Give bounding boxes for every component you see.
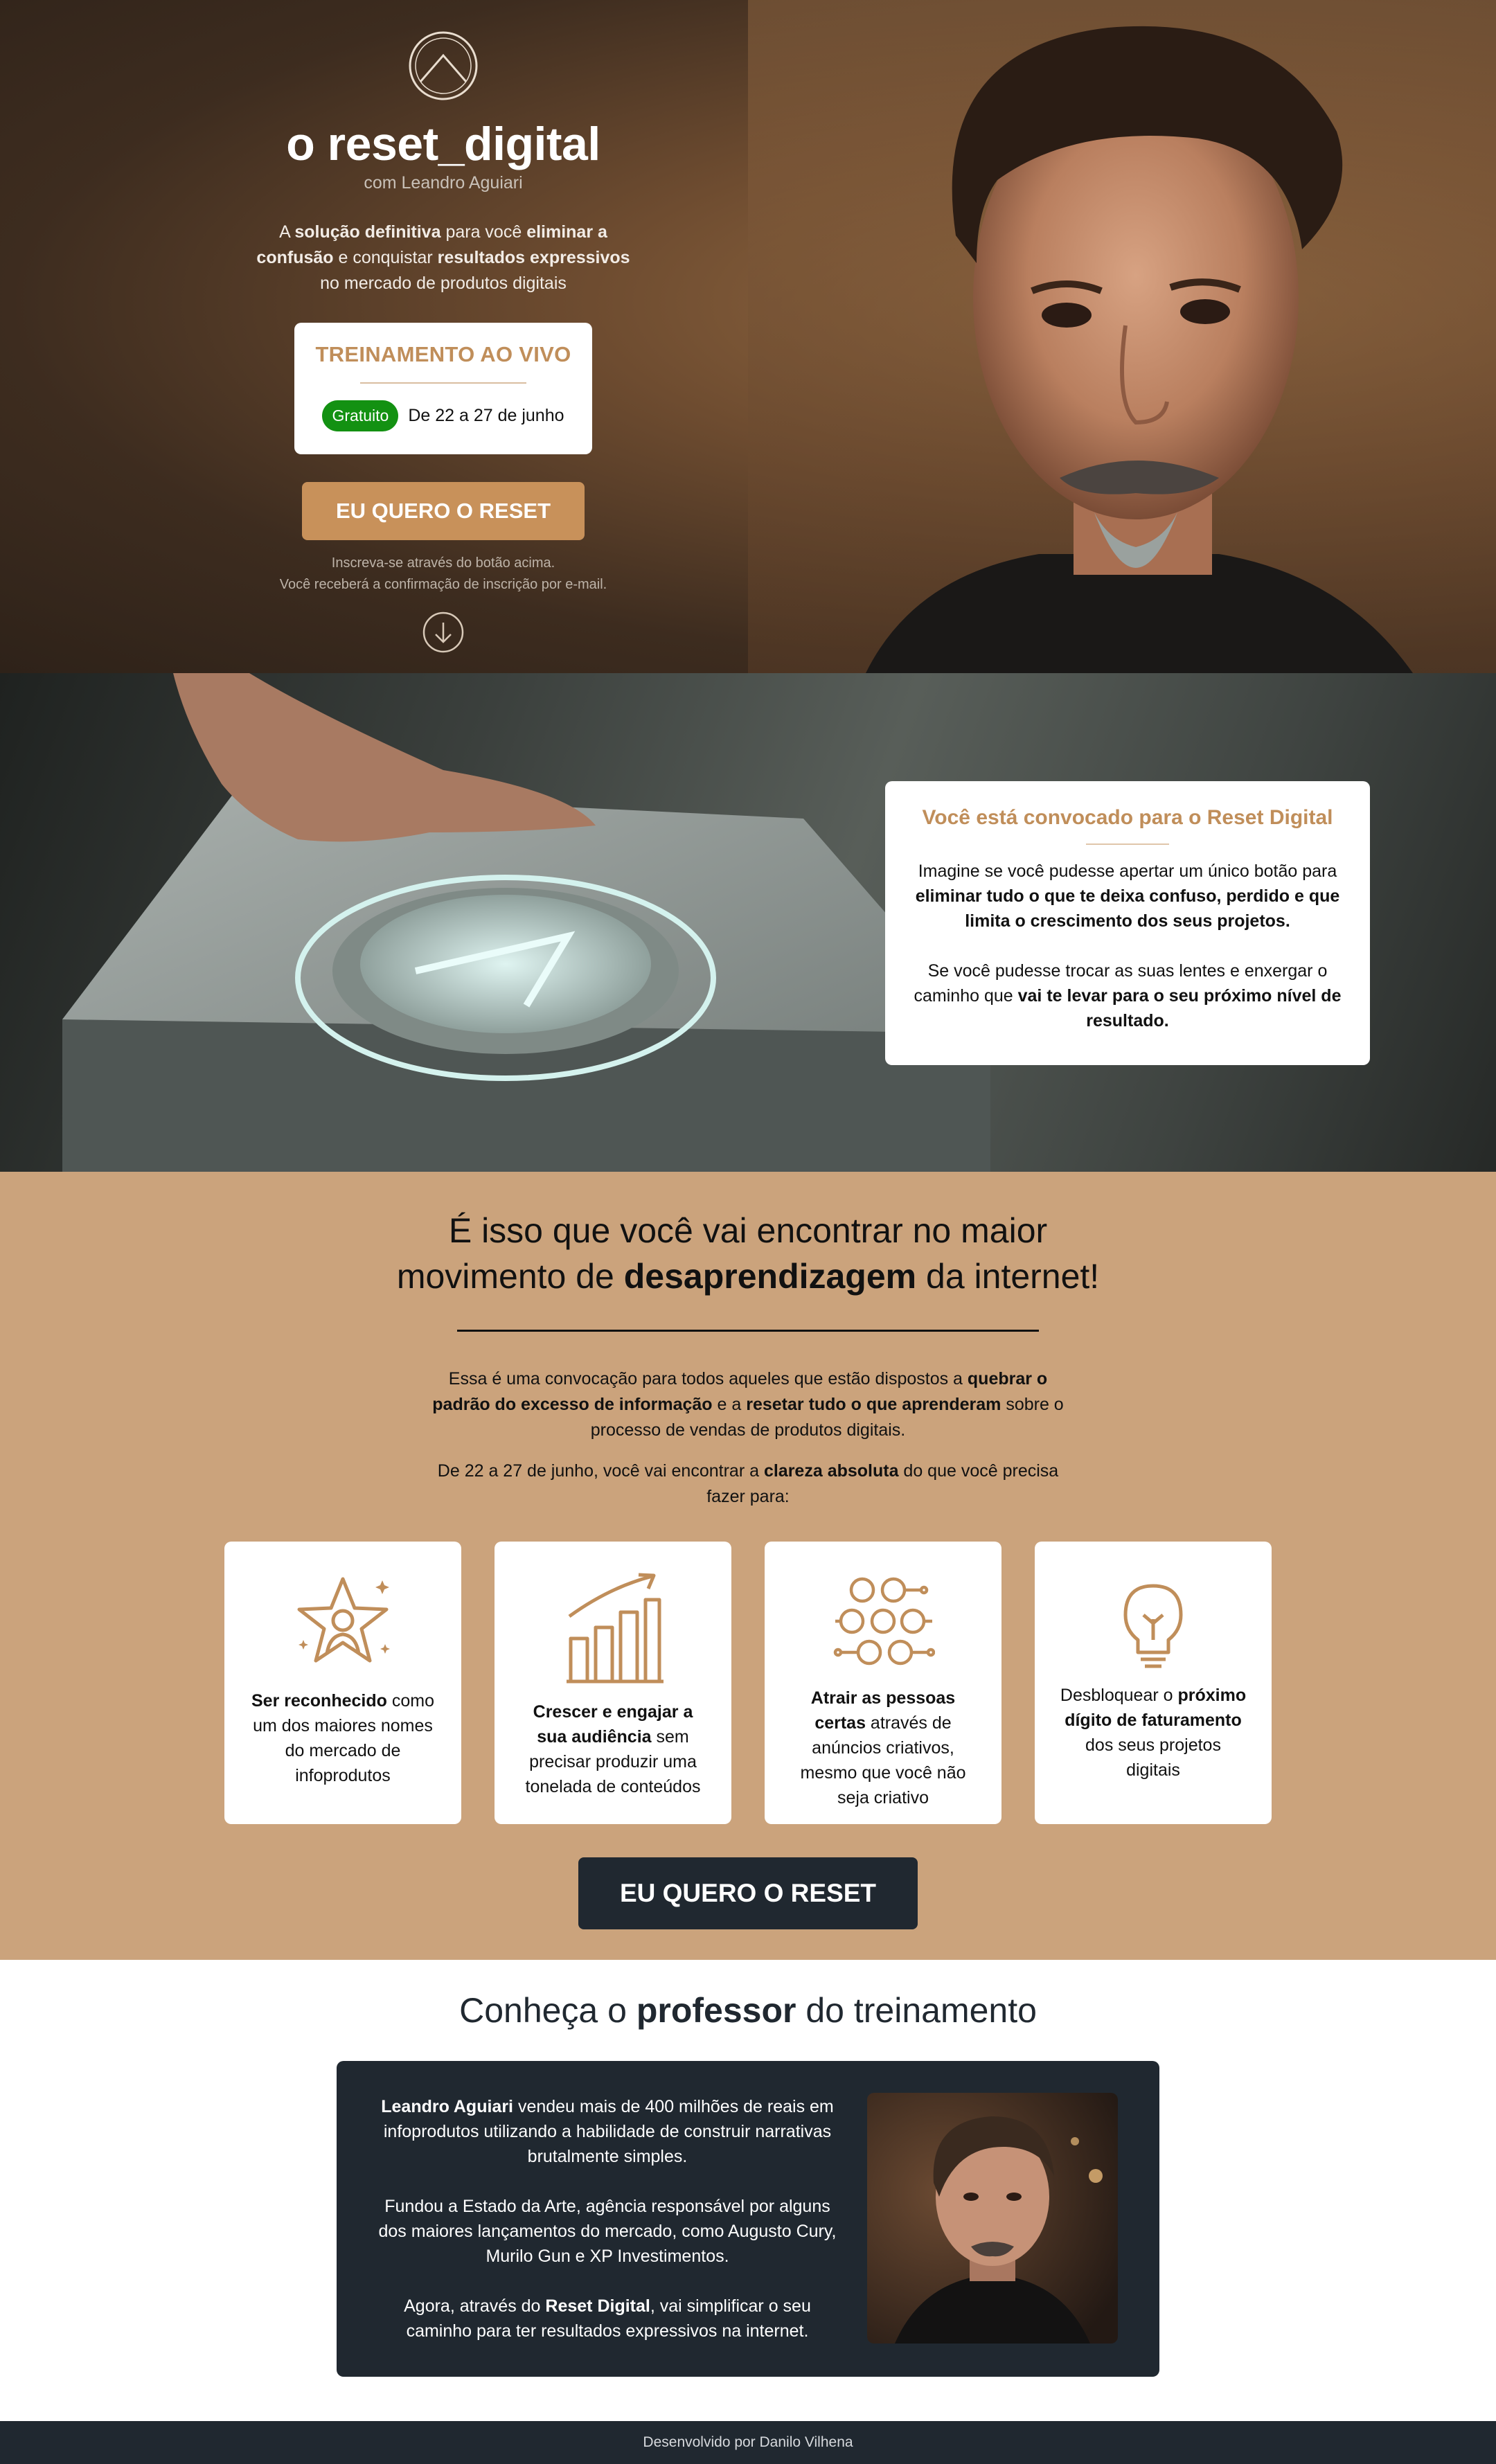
hero-section: o reset_digital com Leandro Aguiari A so… — [0, 0, 1496, 673]
training-dates: De 22 a 27 de junho — [408, 406, 564, 425]
footer-credit: Desenvolvido por Danilo Vilhena — [643, 2434, 853, 2450]
convocado-card: Você está convocado para o Reset Digital… — [885, 781, 1370, 1065]
live-training-card: TREINAMENTO AO VIVO Gratuito De 22 a 27 … — [294, 323, 592, 454]
professor-photo — [867, 2093, 1118, 2344]
professor-bio-paragraph-3: Agora, através do Reset Digital, vai sim… — [404, 2296, 811, 2341]
footer: Desenvolvido por Danilo Vilhena — [0, 2421, 1496, 2464]
reset-logo-icon — [405, 28, 481, 104]
desaprendizagem-section: É isso que você vai encontrar no maior m… — [0, 1172, 1496, 1960]
convocado-title: Você está convocado para o Reset Digital — [922, 806, 1333, 829]
professor-section: Conheça o professor do treinamento Leand… — [0, 1960, 1496, 2421]
professor-bio-paragraph-1: Leandro Aguiari vendeu mais de 400 milhõ… — [381, 2097, 834, 2166]
free-badge: Gratuito — [322, 400, 399, 431]
desaprendizagem-heading: É isso que você vai encontrar no maior m… — [396, 1211, 1100, 1296]
divider — [360, 382, 526, 384]
lightbulb-icon — [1123, 1584, 1183, 1668]
professor-bio: Leandro Aguiari vendeu mais de 400 milhõ… — [375, 2094, 839, 2368]
professor-bio-paragraph-2: Fundou a Estado da Arte, agência respons… — [378, 2197, 837, 2266]
live-training-title: TREINAMENTO AO VIVO — [315, 342, 571, 366]
network-people-icon — [833, 1577, 935, 1666]
live-training-info: Gratuito De 22 a 27 de junho — [294, 400, 592, 431]
hero-cta-button[interactable]: EU QUERO O RESET — [302, 482, 585, 540]
hero-description: A solução definitiva para você eliminar … — [256, 222, 630, 293]
hero-content: o reset_digital com Leandro Aguiari A so… — [194, 28, 693, 654]
scroll-down-icon[interactable] — [422, 611, 465, 654]
benefit-card-ads: Atrair as pessoas certas através de anún… — [765, 1542, 1001, 1824]
signup-note: Inscreva-se através do botão acima. Você… — [279, 555, 607, 592]
professor-card: Leandro Aguiari vendeu mais de 400 milhõ… — [337, 2061, 1159, 2377]
benefit-card-audience: Crescer e engajar a sua audiência sem pr… — [495, 1542, 731, 1824]
professor-heading: Conheça o professor do treinamento — [459, 1991, 1037, 2030]
benefit-cards: Ser reconhecido como um dos maiores nome… — [0, 1542, 1496, 1824]
benefit-text: Desbloquear o próximo dígito de faturame… — [1060, 1686, 1247, 1780]
desaprendizagem-paragraph-2: De 22 a 27 de junho, você vai encontrar … — [437, 1461, 1059, 1506]
convocado-section: Você está convocado para o Reset Digital… — [0, 673, 1496, 1172]
brand-title: o reset_digital — [286, 118, 600, 170]
divider — [1086, 843, 1169, 845]
benefit-text: Ser reconhecido como um dos maiores nome… — [251, 1691, 434, 1785]
hero-portrait-photo — [748, 0, 1496, 673]
benefit-card-revenue: Desbloquear o próximo dígito de faturame… — [1035, 1542, 1272, 1824]
benefit-text: Crescer e engajar a sua audiência sem pr… — [525, 1702, 701, 1796]
desaprendizagem-paragraph-1: Essa é uma convocação para todos aqueles… — [432, 1369, 1064, 1440]
brand-subtitle: com Leandro Aguiari — [364, 173, 523, 193]
desaprendizagem-cta-button[interactable]: EU QUERO O RESET — [578, 1857, 918, 1929]
benefit-card-recognition: Ser reconhecido como um dos maiores nome… — [224, 1542, 461, 1824]
benefit-text: Atrair as pessoas certas através de anún… — [800, 1688, 966, 1807]
convocado-paragraph-1: Imagine se você pudesse apertar um único… — [915, 861, 1340, 931]
star-person-icon — [297, 1577, 390, 1663]
convocado-paragraph-2: Se você pudesse trocar as suas lentes e … — [914, 961, 1342, 1030]
divider — [457, 1330, 1039, 1332]
growth-chart-icon — [567, 1573, 664, 1684]
